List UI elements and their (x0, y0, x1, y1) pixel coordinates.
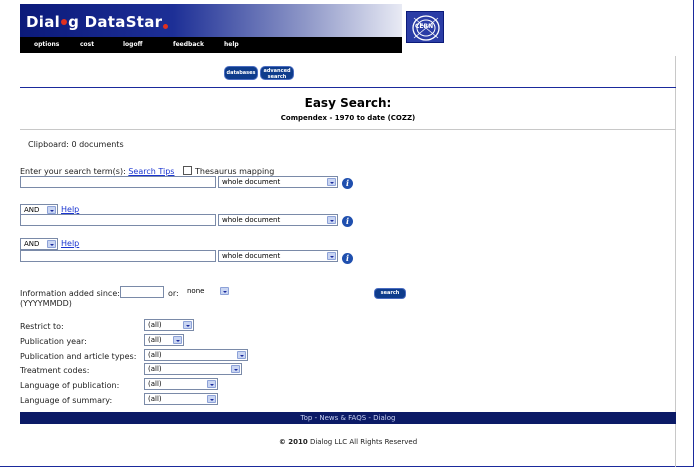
lang-pub-select[interactable]: (all) (144, 378, 218, 390)
lang-pub-label: Language of publication: (20, 381, 120, 390)
chevron-down-icon (47, 206, 56, 214)
lang-summary-select[interactable]: (all) (144, 393, 218, 405)
operator-select-3-value: AND (24, 240, 40, 248)
treatment-select[interactable]: (all) (144, 363, 242, 375)
treatment-label: Treatment codes: (20, 366, 90, 375)
header: Dial g DataStar options cost logoff feedb… (20, 0, 676, 56)
field-select-1[interactable]: whole document (218, 176, 338, 188)
chevron-down-icon (327, 252, 336, 260)
nav-help[interactable]: help (224, 41, 239, 48)
nav-options[interactable]: options (34, 41, 59, 48)
logo-text-start: Dial (26, 13, 61, 31)
thesaurus-label: Thesaurus mapping (195, 167, 275, 176)
chevron-down-icon (173, 336, 182, 344)
search-term-input-2[interactable] (20, 214, 216, 226)
field-select-3-value: whole document (222, 252, 281, 260)
chevron-down-icon (237, 351, 246, 359)
nav-feedback[interactable]: feedback (173, 41, 204, 48)
search-term-input-1[interactable] (20, 176, 216, 188)
search-term-input-3[interactable] (20, 250, 216, 262)
page: Dial g DataStar options cost logoff feedb… (20, 0, 676, 467)
advanced-search-button[interactable]: advanced search (260, 66, 294, 80)
search-prompt-label: Enter your search term(s): (20, 167, 126, 176)
since-period-select[interactable]: none (184, 286, 230, 298)
thesaurus-checkbox[interactable] (183, 166, 193, 175)
copyright-text: Dialog LLC All Rights Reserved (307, 438, 418, 446)
cern-logo: CERN (406, 11, 444, 43)
divider-title (20, 129, 676, 130)
chevron-down-icon (207, 380, 216, 388)
pub-type-label: Publication and article types: (20, 352, 137, 361)
since-format-label: (YYYYMMDD) (20, 299, 72, 308)
chevron-down-icon (183, 321, 192, 329)
lang-summary-label: Language of summary: (20, 396, 113, 405)
field-select-3[interactable]: whole document (218, 250, 338, 262)
since-period-value: none (187, 287, 205, 295)
database-name: Compendex - 1970 to date (COZZ) (280, 114, 416, 122)
pub-type-select[interactable]: (all) (144, 349, 248, 361)
nav-logoff[interactable]: logoff (123, 41, 142, 48)
operator-select-2-value: AND (24, 206, 40, 214)
chevron-down-icon (47, 240, 56, 248)
dialog-datastar-logo[interactable]: Dial g DataStar (26, 13, 169, 31)
copyright: © 2010 Dialog LLC All Rights Reserved (20, 438, 676, 446)
info-icon[interactable]: i (342, 216, 353, 227)
chevron-down-icon (220, 287, 229, 295)
lang-pub-select-value: (all) (148, 380, 162, 388)
restrict-select[interactable]: (all) (144, 319, 194, 331)
logo-text-end: g DataStar (68, 13, 163, 31)
help-link-3[interactable]: Help (61, 239, 79, 248)
field-select-1-value: whole document (222, 178, 281, 186)
footer-links[interactable]: Top - News & FAQS - Dialog (20, 412, 676, 424)
pub-year-select-value: (all) (148, 336, 162, 344)
top-buttons: databases advanced search (20, 66, 676, 84)
help-link-2[interactable]: Help (61, 205, 79, 214)
logo-mark-icon (163, 24, 169, 29)
nav-bar: options cost logoff feedback help (20, 37, 402, 53)
operator-select-3[interactable]: AND (20, 238, 58, 250)
divider-top (20, 87, 676, 88)
chevron-down-icon (231, 365, 240, 373)
pub-type-select-value: (all) (148, 351, 162, 359)
chevron-down-icon (327, 178, 336, 186)
or-label: or: (168, 289, 179, 298)
field-select-2[interactable]: whole document (218, 214, 338, 226)
page-title: Easy Search: (304, 96, 392, 110)
logo-dot-icon (61, 19, 68, 25)
nav-cost[interactable]: cost (80, 41, 94, 48)
since-label: Information added since: (20, 289, 120, 298)
pub-year-select[interactable]: (all) (144, 334, 184, 346)
chevron-down-icon (327, 216, 336, 224)
cern-logo-text: CERN (415, 23, 434, 30)
info-icon[interactable]: i (342, 178, 353, 189)
info-icon[interactable]: i (342, 253, 353, 264)
restrict-select-value: (all) (148, 321, 162, 329)
search-prompt-row: Enter your search term(s): Search Tips T… (20, 166, 274, 176)
copyright-year: © 2010 (278, 438, 308, 446)
restrict-label: Restrict to: (20, 322, 64, 331)
field-select-2-value: whole document (222, 216, 281, 224)
chevron-down-icon (207, 395, 216, 403)
pub-year-label: Publication year: (20, 337, 87, 346)
search-tips-link[interactable]: Search Tips (128, 167, 174, 176)
since-date-input[interactable] (120, 286, 164, 298)
banner: Dial g DataStar (20, 4, 402, 37)
databases-button[interactable]: databases (224, 66, 258, 80)
lang-summary-select-value: (all) (148, 395, 162, 403)
treatment-select-value: (all) (148, 365, 162, 373)
advanced-search-line2: search (267, 74, 287, 80)
search-button[interactable]: search (374, 288, 406, 299)
clipboard-status: Clipboard: 0 documents (28, 140, 124, 149)
